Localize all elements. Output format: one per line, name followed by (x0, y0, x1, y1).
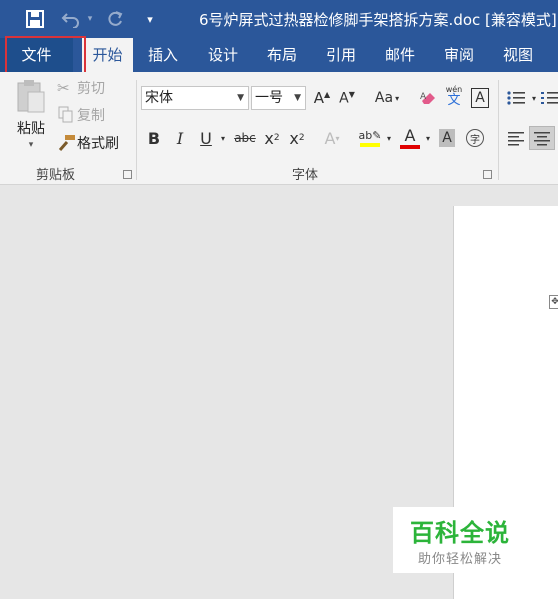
redo-icon[interactable] (104, 9, 126, 29)
font-name-value: 宋体 (145, 90, 173, 106)
font-name-combo[interactable]: 宋体 ▼ (141, 86, 249, 110)
cut-label: 剪切 (77, 81, 105, 97)
font-color-letter: A (404, 125, 416, 145)
highlight-color-swatch (360, 142, 380, 147)
watermark-subtitle: 助你轻松解决 (418, 552, 503, 567)
chevron-down-icon: ▾ (335, 133, 340, 143)
tab-home[interactable]: 开始 (82, 38, 133, 72)
phonetic-guide-button[interactable]: wén 文 (443, 84, 465, 108)
grow-font-icon: A▲ (313, 89, 331, 107)
change-case-label: Aa (374, 90, 394, 106)
align-left-button[interactable] (504, 126, 528, 150)
chevron-down-icon: ▼ (294, 93, 301, 103)
clipboard-group-label: 剪贴板 (36, 168, 76, 183)
shrink-font-button[interactable]: A▼ (336, 86, 358, 110)
cut-button[interactable]: ✂ 剪切 (57, 78, 105, 98)
bullets-dropdown-icon[interactable]: ▾ (529, 86, 539, 110)
tab-view[interactable]: 视图 (493, 38, 543, 72)
watermark: 百科全说 助你轻松解决 (393, 507, 533, 573)
clear-formatting-button[interactable]: A (418, 86, 440, 110)
font-color-dropdown-icon[interactable]: ▾ (423, 126, 433, 150)
numbering-button[interactable] (540, 86, 558, 110)
text-effects-icon: A (324, 128, 336, 148)
change-case-button[interactable]: Aa ▾ (370, 86, 404, 110)
title-bar: ▾ ▾ 6号炉屏式过热器检修脚手架搭拆方案.doc [兼容模式] (0, 0, 558, 38)
font-group-label: 字体 (292, 168, 319, 183)
paste-dropdown-icon[interactable]: ▾ (29, 140, 34, 150)
underline-button[interactable]: U (196, 126, 216, 150)
paste-label: 粘贴 (17, 121, 45, 137)
character-border-icon: A (471, 88, 489, 108)
text-effects-button[interactable]: A ▾ (320, 126, 344, 150)
chevron-down-icon: ▾ (395, 93, 400, 103)
character-shading-icon: A (439, 129, 455, 147)
italic-button[interactable]: I (170, 126, 190, 150)
subscript-base: x (264, 128, 274, 148)
font-size-combo[interactable]: 一号 ▼ (251, 86, 306, 110)
font-color-swatch (400, 144, 420, 149)
align-left-icon (508, 132, 524, 146)
underline-dropdown-icon[interactable]: ▾ (218, 126, 228, 150)
phonetic-guide-bottom: 文 (447, 92, 461, 108)
svg-text:A: A (420, 92, 427, 102)
group-separator (136, 80, 137, 180)
shrink-font-icon: A▼ (339, 89, 355, 107)
enclose-characters-icon: 字 (466, 129, 484, 147)
highlight-button[interactable]: ab✎ (357, 126, 383, 150)
paste-button[interactable]: 粘贴 ▾ (12, 78, 50, 160)
bullets-button[interactable] (504, 86, 528, 110)
subscript-mark: 2 (273, 133, 280, 143)
chevron-down-icon: ▼ (237, 93, 244, 103)
undo-icon[interactable] (60, 9, 82, 29)
align-center-button[interactable] (529, 126, 555, 150)
tab-review[interactable]: 审阅 (434, 38, 484, 72)
eraser-icon: A (420, 92, 435, 104)
window-title: 6号炉屏式过热器检修脚手架搭拆方案.doc [兼容模式] (199, 11, 557, 29)
bullets-icon (507, 91, 525, 105)
superscript-mark: 2 (298, 133, 305, 143)
strikethrough-button[interactable]: abc (232, 126, 258, 150)
watermark-title: 百科全说 (410, 519, 510, 547)
character-border-button[interactable]: A (469, 86, 491, 110)
ribbon-home: 粘贴 ▾ ✂ 剪切 复制 格式刷 剪贴板 宋体 ▼ 一号 ▼ A▲ A▼ Aa ▾… (0, 72, 558, 185)
font-color-button[interactable]: A (398, 126, 422, 150)
file-tab-highlight (5, 36, 86, 74)
superscript-button[interactable]: x2 (286, 126, 308, 150)
undo-dropdown-icon[interactable]: ▾ (85, 9, 95, 29)
format-painter-icon (58, 135, 75, 151)
align-center-icon (534, 132, 550, 146)
tab-design[interactable]: 设计 (198, 38, 248, 72)
copy-label: 复制 (77, 108, 105, 124)
highlight-dropdown-icon[interactable]: ▾ (384, 126, 394, 150)
tab-references[interactable]: 引用 (316, 38, 366, 72)
copy-icon (58, 106, 73, 123)
font-dialog-launcher-icon[interactable] (483, 170, 492, 179)
bold-button[interactable]: B (144, 126, 164, 150)
grow-font-button[interactable]: A▲ (311, 86, 333, 110)
character-shading-button[interactable]: A (437, 126, 457, 150)
clipboard-dialog-launcher-icon[interactable] (123, 170, 132, 179)
tab-mailings[interactable]: 邮件 (375, 38, 425, 72)
format-painter-button[interactable]: 格式刷 (57, 133, 119, 153)
table-move-handle-icon[interactable]: ✥ (549, 295, 558, 309)
paste-icon (17, 80, 45, 113)
format-painter-label: 格式刷 (77, 136, 119, 152)
font-size-value: 一号 (255, 90, 283, 106)
customize-qat-icon[interactable]: ▾ (143, 9, 157, 29)
tab-insert[interactable]: 插入 (138, 38, 188, 72)
numbering-icon (541, 92, 558, 104)
subscript-button[interactable]: x2 (261, 126, 283, 150)
copy-button[interactable]: 复制 (57, 105, 105, 125)
scissors-icon: ✂ (57, 79, 70, 97)
highlighter-icon: ab✎ (358, 128, 382, 142)
tab-layout[interactable]: 布局 (257, 38, 307, 72)
group-separator (498, 80, 499, 180)
enclose-characters-button[interactable]: 字 (464, 126, 486, 150)
superscript-base: x (289, 128, 299, 148)
save-icon[interactable] (24, 9, 46, 29)
